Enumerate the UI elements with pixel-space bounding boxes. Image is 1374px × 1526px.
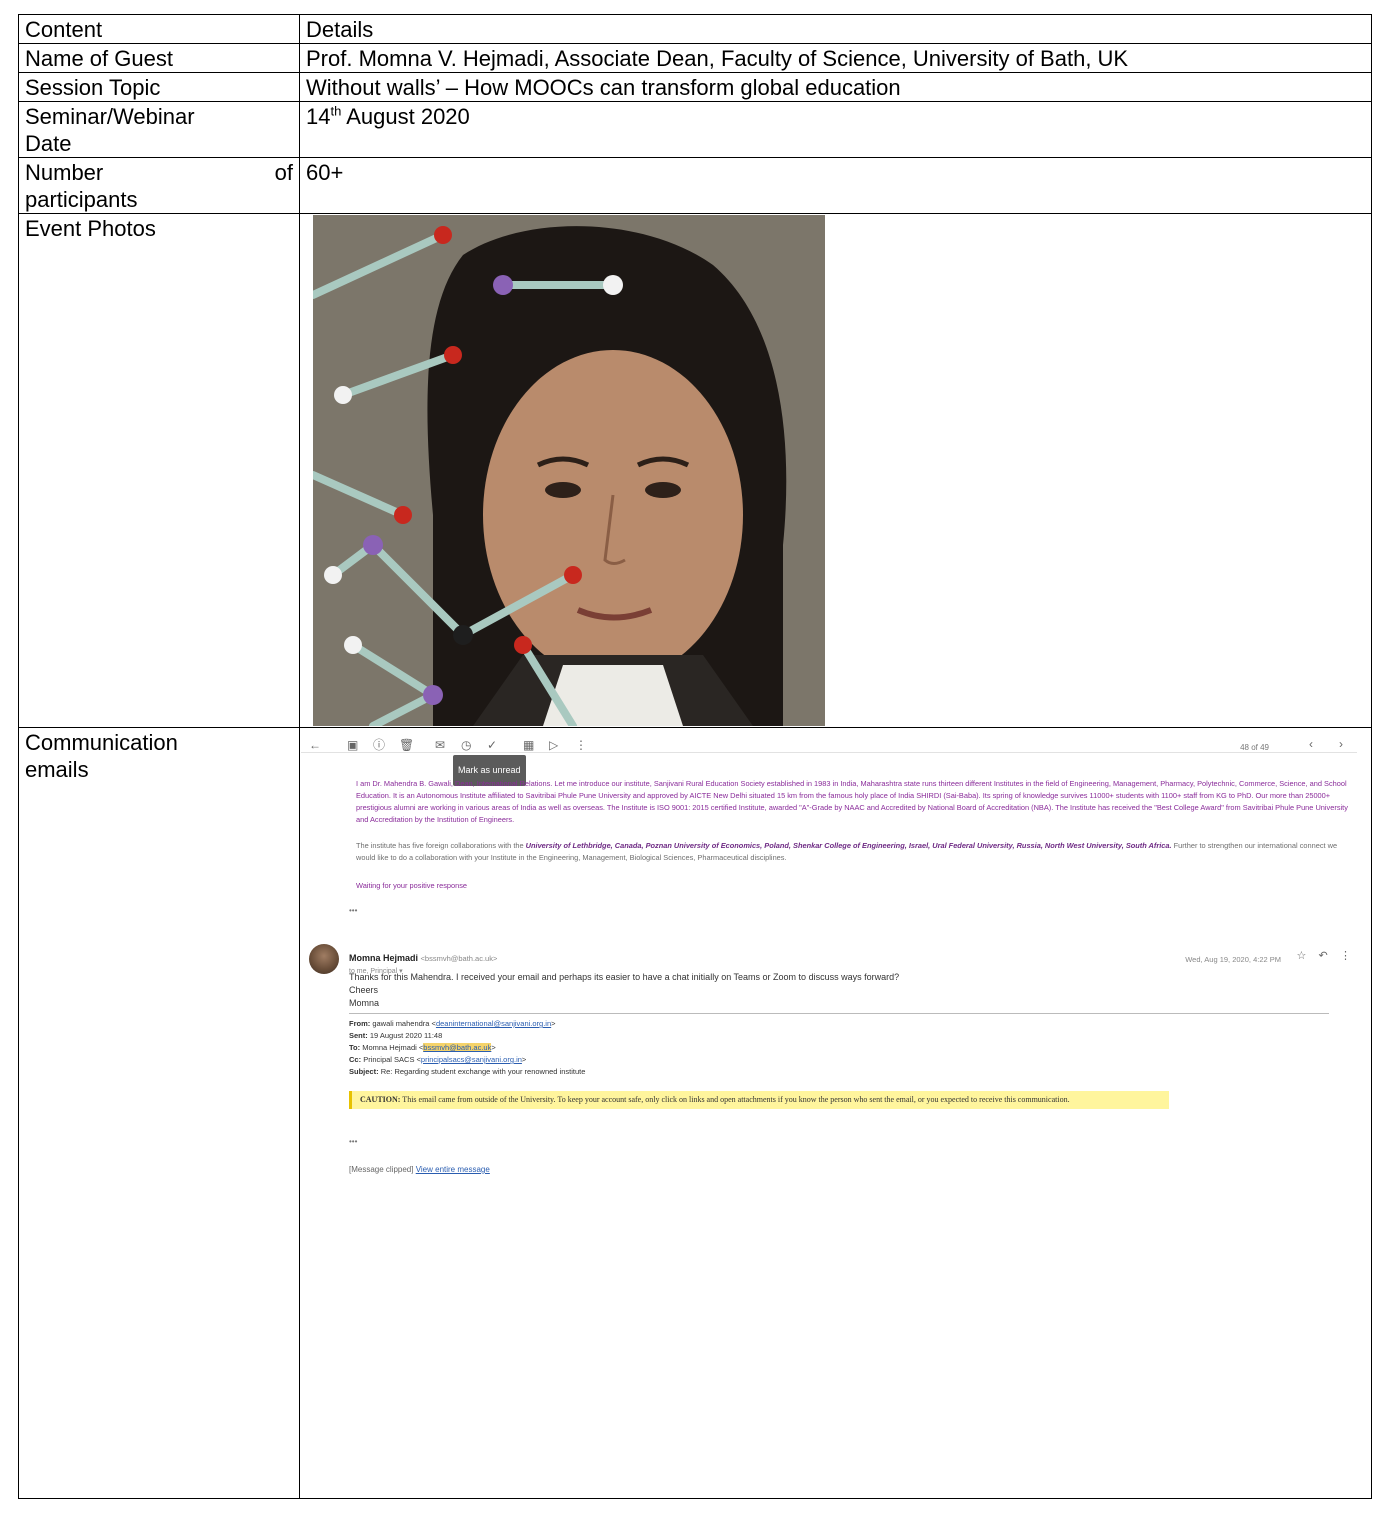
participants-value: 60+ — [299, 157, 1372, 214]
table-row: Seminar/Webinar Date 14th August 2020 — [18, 101, 1372, 158]
date-label-line1: Seminar/Webinar — [25, 104, 195, 129]
date-label-line2: Date — [25, 131, 72, 156]
table-row: Number of participants 60+ — [18, 157, 1372, 214]
to-email-link[interactable]: bssmvh@bath.ac.uk — [423, 1043, 492, 1052]
message-date: Wed, Aug 19, 2020, 4:22 PM — [1185, 955, 1281, 964]
back-arrow-icon[interactable]: ← — [309, 732, 321, 759]
reply-icon[interactable]: ↶ — [1319, 950, 1328, 962]
table-row: Event Photos — [18, 213, 1372, 728]
view-entire-message-link[interactable]: View entire message — [416, 1165, 490, 1174]
email-toolbar: ← ▣ ⓘ 🗑 ✉ ◷ ✓ ▦ ▷ ⋮ 48 of 49 ‹ › — [301, 730, 1357, 753]
avatar — [309, 944, 339, 974]
participants-label-word1: Number — [25, 160, 104, 185]
divider — [349, 1013, 1329, 1014]
label-icon[interactable]: ▷ — [549, 732, 558, 759]
communication-emails-label: Communication emails — [18, 727, 300, 1499]
guest-portrait-photo — [313, 215, 825, 726]
session-topic-label: Session Topic — [18, 72, 300, 102]
guest-name-label: Name of Guest — [18, 43, 300, 73]
message-clipped-notice: [Message clipped] View entire message — [349, 1165, 490, 1174]
older-chevron-icon[interactable]: › — [1339, 731, 1343, 758]
date-rest: August 2020 — [341, 104, 470, 129]
from-email-link[interactable]: deaninternational@sanjivani.org.in — [436, 1019, 551, 1028]
email-waiting-line: Waiting for your positive response — [356, 881, 468, 890]
quoted-header: From: gawali mahendra <deaninternational… — [349, 1019, 586, 1076]
date-suffix: th — [330, 103, 342, 119]
event-photos-label: Event Photos — [18, 213, 300, 728]
report-spam-icon[interactable]: ⓘ — [373, 732, 385, 759]
star-icon[interactable]: ☆ — [1296, 950, 1306, 962]
more-options-icon[interactable]: ⋮ — [575, 732, 587, 759]
email-screenshot: ← ▣ ⓘ 🗑 ✉ ◷ ✓ ▦ ▷ ⋮ 48 of 49 ‹ › Mark as… — [301, 730, 1357, 1240]
report-table: Content Details Name of Guest Prof. Momn… — [18, 14, 1372, 1499]
session-topic-value: Without walls’ – How MOOCs can transform… — [299, 72, 1372, 102]
show-trimmed-content-button[interactable]: ••• — [349, 897, 357, 924]
communication-label-line2: emails — [25, 757, 89, 782]
participants-label-word2: of — [274, 160, 293, 185]
guest-name-value: Prof. Momna V. Hejmadi, Associate Dean, … — [299, 43, 1372, 73]
table-row: Content Details — [18, 14, 1372, 44]
email-intro-paragraph: I am Dr. Mahendra B. Gawali, Dean, Inter… — [356, 779, 1348, 824]
cc-email-link[interactable]: principalsacs@sanjivani.org.in — [421, 1055, 522, 1064]
message-actions: ☆ ↶ ⋮ — [1296, 943, 1351, 970]
date-value: 14th August 2020 — [299, 101, 1372, 158]
event-photo-cell — [299, 213, 1372, 728]
email-screenshot-cell: ← ▣ ⓘ 🗑 ✉ ◷ ✓ ▦ ▷ ⋮ 48 of 49 ‹ › Mark as… — [299, 727, 1372, 1499]
delete-icon[interactable]: 🗑 — [399, 732, 414, 759]
email-collaboration-paragraph: The institute has five foreign collabora… — [356, 841, 1338, 862]
header-content-cell: Content — [18, 14, 300, 44]
participants-label-line2: participants — [25, 187, 138, 212]
date-label: Seminar/Webinar Date — [18, 101, 300, 158]
message-counter: 48 of 49 — [1240, 743, 1269, 752]
participants-label: Number of participants — [18, 157, 300, 214]
reply-body: Thanks for this Mahendra. I received you… — [349, 972, 900, 1008]
table-row: Session Topic Without walls’ – How MOOCs… — [18, 72, 1372, 102]
header-details-cell: Details — [299, 14, 1372, 44]
archive-icon[interactable]: ▣ — [347, 732, 358, 759]
date-day: 14 — [306, 104, 331, 129]
newer-chevron-icon[interactable]: ‹ — [1309, 731, 1313, 758]
mark-unread-icon[interactable]: ✉ — [435, 732, 445, 759]
sender-address: <bssmvh@bath.ac.uk> — [420, 954, 498, 963]
communication-label-line1: Communication — [25, 730, 178, 755]
show-trimmed-content-button[interactable]: ••• — [349, 1128, 357, 1155]
table-row: Communication emails ← ▣ ⓘ 🗑 ✉ ◷ ✓ ▦ ▷ ⋮… — [18, 727, 1372, 1499]
table-row: Name of Guest Prof. Momna V. Hejmadi, As… — [18, 43, 1372, 73]
caution-banner: CAUTION: This email came from outside of… — [349, 1091, 1169, 1109]
more-icon[interactable]: ⋮ — [1340, 950, 1351, 962]
